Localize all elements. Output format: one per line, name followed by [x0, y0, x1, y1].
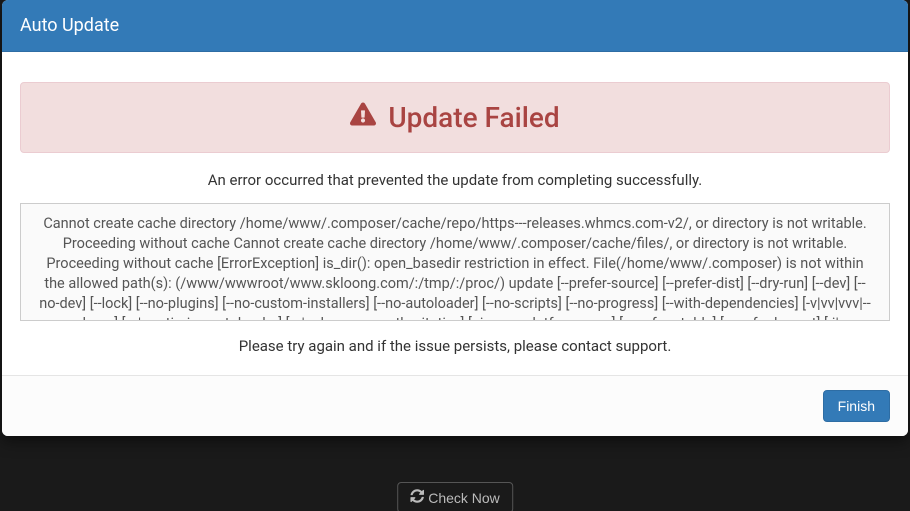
- update-failed-alert: Update Failed: [20, 82, 890, 153]
- error-intro-text: An error occurred that prevented the upd…: [20, 171, 890, 189]
- warning-icon: [350, 101, 376, 134]
- check-now-button[interactable]: Check Now: [397, 482, 513, 511]
- modal-footer: Finish: [2, 375, 908, 436]
- modal-header: Auto Update: [2, 0, 908, 52]
- refresh-icon: [410, 489, 424, 506]
- check-now-label: Check Now: [428, 490, 500, 506]
- auto-update-modal: Auto Update Update Failed An error occur…: [2, 0, 908, 436]
- retry-message: Please try again and if the issue persis…: [20, 337, 890, 355]
- alert-heading: Update Failed: [388, 101, 559, 134]
- finish-button[interactable]: Finish: [823, 390, 890, 422]
- error-log-text: Cannot create cache directory /home/www/…: [39, 215, 871, 321]
- error-log-box[interactable]: Cannot create cache directory /home/www/…: [20, 203, 890, 321]
- modal-title: Auto Update: [20, 15, 119, 36]
- modal-body: Update Failed An error occurred that pre…: [2, 52, 908, 375]
